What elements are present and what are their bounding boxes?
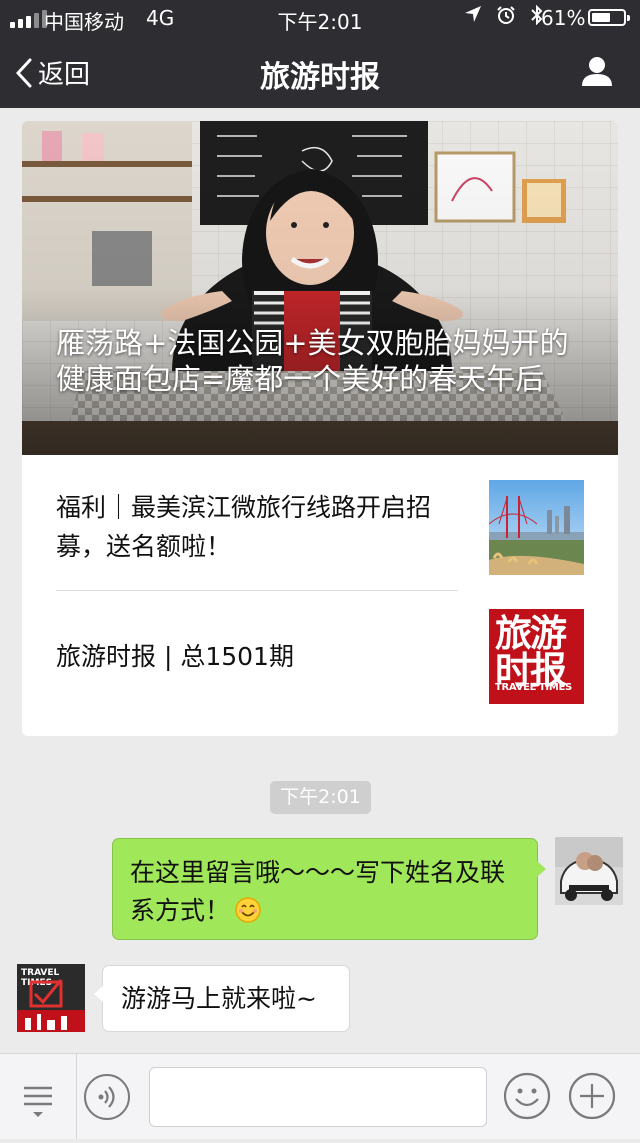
battery-percent: 61% bbox=[541, 6, 586, 30]
alarm-icon bbox=[496, 5, 516, 30]
travel-times-avatar[interactable]: TRAVEL TIMES bbox=[17, 964, 85, 1032]
menu-list-icon bbox=[24, 1086, 52, 1117]
emoji-icon bbox=[503, 1072, 551, 1120]
status-bar: 中国移动 4G 下午2:01 61% bbox=[0, 0, 640, 36]
article-card[interactable]: 雁荡路+法国公园+美女双胞胎妈妈开的健康面包店=魔都一个美好的春天午后 福利｜最… bbox=[22, 121, 618, 736]
hero-article[interactable]: 雁荡路+法国公园+美女双胞胎妈妈开的健康面包店=魔都一个美好的春天午后 bbox=[22, 121, 618, 455]
person-icon bbox=[582, 57, 612, 86]
input-bar bbox=[0, 1053, 640, 1139]
outgoing-message-text: 在这里留言哦～～～写下姓名及联系方式！ bbox=[130, 858, 506, 925]
message-input[interactable] bbox=[149, 1067, 487, 1127]
logo-en-text: TRAVEL TIMES bbox=[495, 682, 572, 693]
profile-button[interactable] bbox=[580, 54, 614, 92]
menu-toggle-button[interactable] bbox=[0, 1054, 77, 1139]
plus-icon bbox=[568, 1072, 616, 1120]
emoji-button[interactable] bbox=[503, 1072, 551, 1120]
hero-photo bbox=[22, 121, 618, 455]
article-item-1-title[interactable]: 福利｜最美滨江微旅行线路开启招募，送名额啦！ bbox=[56, 488, 456, 566]
more-options-button[interactable] bbox=[568, 1072, 616, 1120]
chat-timestamp: 下午2:01 bbox=[270, 781, 371, 814]
travel-times-logo[interactable]: 旅游 时报 TRAVEL TIMES bbox=[489, 609, 584, 704]
top-bar: 中国移动 4G 下午2:01 61% 返回 旅游时报 bbox=[0, 0, 640, 108]
smile-emoji-icon bbox=[235, 897, 261, 923]
hero-article-title: 雁荡路+法国公园+美女双胞胎妈妈开的健康面包店=魔都一个美好的春天午后 bbox=[56, 326, 569, 396]
incoming-message[interactable]: 游游马上就来啦~ bbox=[94, 965, 350, 1032]
article-divider bbox=[56, 590, 458, 591]
article-item-2-title[interactable]: 旅游时报 | 总1501期 bbox=[56, 637, 456, 676]
page-title: 旅游时报 bbox=[260, 60, 380, 95]
nav-bar: 返回 旅游时报 bbox=[0, 36, 640, 108]
article-item-1-thumbnail[interactable] bbox=[489, 480, 584, 575]
voice-button[interactable] bbox=[84, 1074, 130, 1120]
location-arrow-icon bbox=[464, 5, 482, 30]
outgoing-message[interactable]: 在这里留言哦～～～写下姓名及联系方式！ bbox=[112, 838, 546, 940]
my-avatar[interactable] bbox=[555, 837, 623, 905]
incoming-message-text: 游游马上就来啦~ bbox=[121, 984, 317, 1013]
voice-icon bbox=[98, 1086, 115, 1108]
battery-icon bbox=[588, 9, 630, 26]
